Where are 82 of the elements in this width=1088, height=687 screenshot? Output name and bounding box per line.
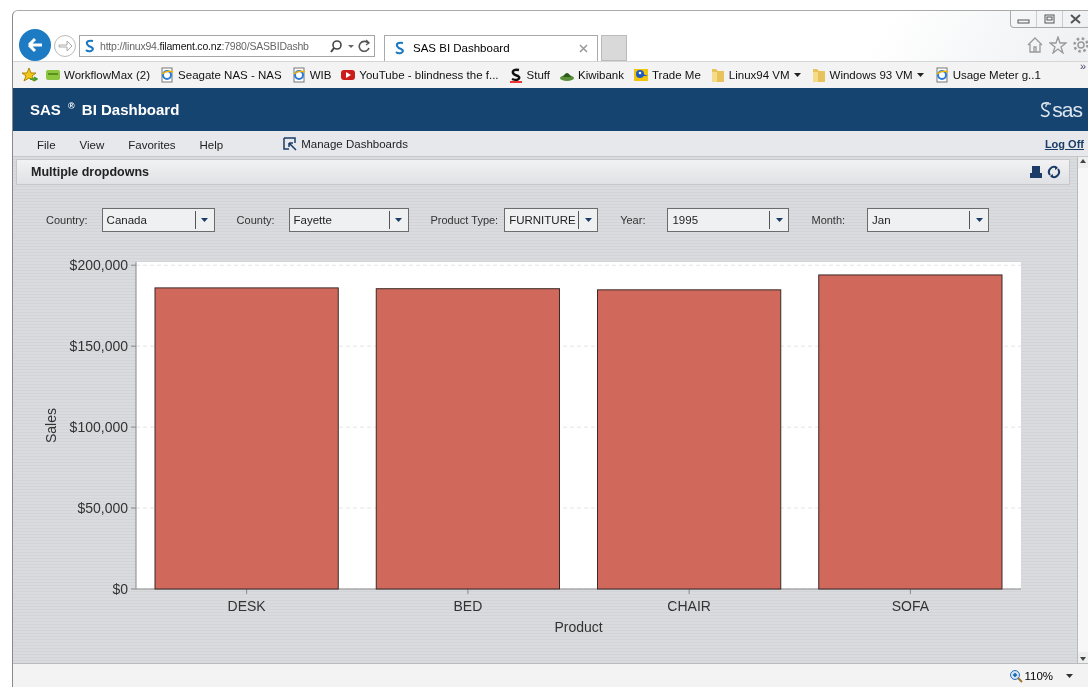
folder-icon (810, 67, 827, 83)
star-icon[interactable] (21, 67, 38, 83)
web-page-icon (159, 67, 176, 83)
manage-dashboards-link[interactable]: Manage Dashboards (283, 136, 408, 151)
left-arrow-icon (26, 35, 44, 54)
axis-tick-label: $150,000 (69, 338, 128, 355)
video-icon (340, 67, 357, 83)
filter-label: Country: (46, 214, 88, 226)
letter-icon (507, 67, 524, 83)
caret-icon (774, 216, 784, 224)
favorite-link[interactable]: Usage Meter g..1 (931, 67, 1043, 83)
new-tab-button[interactable] (601, 34, 627, 61)
refresh-icon (358, 39, 371, 52)
favorite-link[interactable]: Stuff (505, 67, 552, 83)
menu-item[interactable]: View (67, 138, 117, 151)
refresh-icon[interactable] (1047, 165, 1061, 179)
app-icon (45, 67, 61, 83)
dropdown[interactable]: 1995 (667, 208, 790, 232)
axis-tick-label: $200,000 (69, 257, 128, 274)
web-page-icon (290, 67, 307, 83)
log-off-link[interactable]: Log Off (1044, 137, 1084, 150)
app-title: SAS $^{®}$ BI Dashboard (30, 101, 180, 118)
star-icon[interactable] (1049, 36, 1067, 54)
favorite-link[interactable]: Windows 93 VM (808, 67, 927, 83)
caret-icon (583, 216, 593, 224)
home-icon[interactable] (1026, 36, 1044, 54)
y-axis-title: Sales (43, 408, 59, 443)
caret-icon[interactable] (1065, 672, 1074, 680)
caret-icon (394, 216, 403, 224)
axis-tick-label: $0 (112, 581, 128, 597)
filter-label: Month: (811, 214, 846, 226)
zoom-icon (1009, 669, 1024, 683)
x-axis-title: Product (554, 619, 603, 635)
favorite-link[interactable]: Kiwibank (557, 67, 626, 83)
more-button[interactable]: » (1079, 60, 1086, 72)
category-label: SOFA (891, 598, 930, 614)
menu-item[interactable]: File (25, 138, 68, 151)
category-label: BED (453, 598, 483, 614)
down-arrow-icon (1078, 654, 1088, 663)
favorite-link[interactable]: YouTube - blindness the f... (338, 67, 501, 83)
favorite-link[interactable]: WIB (288, 67, 334, 83)
favorite-link[interactable]: Linux94 VM (707, 67, 804, 83)
category-label: DESK (227, 598, 266, 614)
favorite-link[interactable]: WorkflowMax (2) (43, 67, 153, 83)
cursor-arrow-icon (283, 136, 298, 151)
close-icon (578, 42, 589, 54)
dropdown[interactable]: FURNITURE (504, 208, 599, 232)
caret-icon (200, 216, 210, 224)
menu-item[interactable]: Help (187, 138, 236, 151)
caret-icon (792, 71, 802, 79)
menu-item[interactable]: Favorites (116, 138, 188, 151)
panel-title: Multiple dropdowns (31, 165, 150, 179)
brand-logo: sas (1052, 97, 1082, 122)
axis-tick-label: $100,000 (69, 419, 128, 436)
forward-button[interactable] (54, 34, 76, 57)
filter-label: Product Type: (430, 214, 499, 226)
category-label: CHAIR (667, 598, 711, 614)
printer-icon[interactable] (1029, 165, 1043, 179)
filter-label: Year: (620, 214, 646, 226)
favorite-link[interactable]: Seagate NAS - NAS (157, 67, 284, 83)
dropdown[interactable]: Canada (101, 208, 215, 232)
caret-icon (915, 71, 925, 79)
caret-icon (974, 216, 984, 224)
address-field[interactable]: http://linux94.filament.co.nz:7980/SASBIDashb (79, 34, 375, 57)
favorite-link[interactable]: Trade Me (631, 67, 703, 83)
site-logo-icon (83, 37, 97, 54)
dropdown[interactable]: Jan (867, 208, 990, 232)
axis-tick-label: $50,000 (77, 500, 128, 517)
dropdown[interactable]: Fayette (288, 208, 409, 232)
scrollbar[interactable] (1077, 157, 1088, 663)
web-page-icon (933, 67, 950, 83)
settings-icon[interactable] (1072, 36, 1088, 54)
site-logo-icon (393, 40, 407, 56)
back-button[interactable] (19, 28, 51, 61)
folder-icon (709, 67, 726, 83)
filter-label: County: (236, 214, 275, 226)
up-arrow-icon (1078, 157, 1088, 166)
bird-icon (633, 67, 649, 83)
browser-tab[interactable]: SAS BI Dashboard (384, 34, 598, 61)
zoom-level[interactable]: 110% (1009, 669, 1053, 683)
sas-logo-icon (1038, 100, 1053, 119)
search-icon (330, 38, 344, 53)
